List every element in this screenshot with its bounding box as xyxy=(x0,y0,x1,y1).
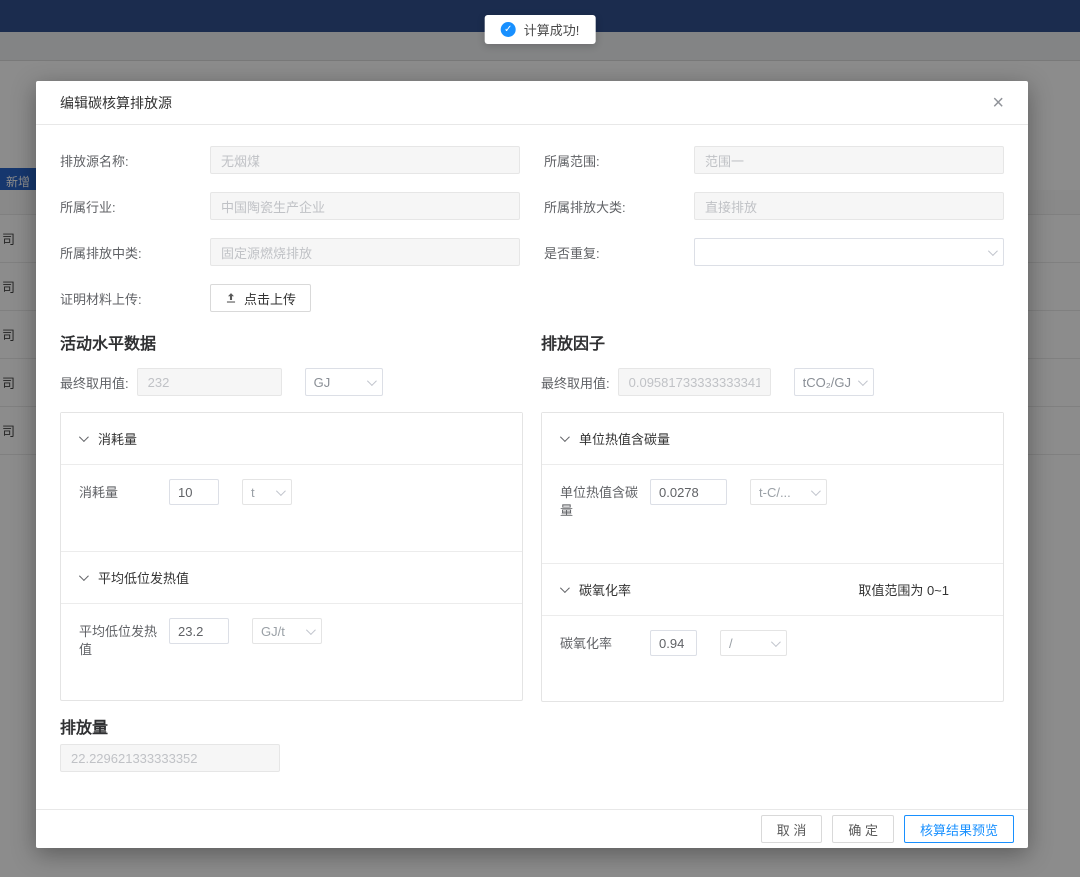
upload-button[interactable]: 点击上传 xyxy=(210,284,311,312)
oxidation-rate-unit: / xyxy=(729,636,771,651)
activity-final-input xyxy=(137,368,282,396)
chevron-down-icon xyxy=(276,486,286,496)
success-toast: ✓ 计算成功! xyxy=(485,15,596,44)
dialog-body: 排放源名称: 所属范围: 所属行业: 所属排放大类: 所属排放中类: xyxy=(36,125,1028,809)
activity-unit-value: GJ xyxy=(314,375,367,390)
upload-icon xyxy=(225,292,237,304)
oxidation-rate-unit-select[interactable]: / xyxy=(720,630,787,656)
dialog-title: 编辑碳核算排放源 xyxy=(60,93,172,113)
factor-panel-group: 单位热值含碳量 单位热值含碳量 t-C/... 碳氧化率 取值范围为 0~1 xyxy=(541,412,1004,702)
emission-major-input xyxy=(694,192,1004,220)
scope-label: 所属范围: xyxy=(544,151,694,170)
heating-value-field-label: 平均低位发热值 xyxy=(79,618,159,659)
chevron-down-icon xyxy=(858,376,868,386)
emission-title: 排放量 xyxy=(60,714,1004,738)
heating-value-input[interactable] xyxy=(169,618,229,644)
factor-section: 排放因子 最终取用值: tCO₂/GJ 单位热值含碳量 单位热值含碳 xyxy=(541,330,1004,702)
consumption-unit-value: t xyxy=(251,485,276,500)
duplicate-select[interactable] xyxy=(694,238,1004,266)
factor-unit-value: tCO₂/GJ xyxy=(803,375,858,390)
factor-final-input xyxy=(618,368,771,396)
oxidation-rate-field-label: 碳氧化率 xyxy=(560,630,640,653)
factor-section-title: 排放因子 xyxy=(541,330,1004,354)
panel-header-carbon-content[interactable]: 单位热值含碳量 xyxy=(542,413,1003,465)
industry-label: 所属行业: xyxy=(60,197,210,216)
dialog-header: 编辑碳核算排放源 × xyxy=(36,81,1028,125)
duplicate-label: 是否重复: xyxy=(544,243,694,262)
scope-input xyxy=(694,146,1004,174)
source-name-input xyxy=(210,146,520,174)
dialog-footer: 取 消 确 定 核算结果预览 xyxy=(36,809,1028,848)
emission-value-input xyxy=(60,744,280,772)
upload-button-label: 点击上传 xyxy=(244,289,296,308)
panel-body-carbon-content: 单位热值含碳量 t-C/... xyxy=(542,465,1003,564)
oxidation-range-hint: 取值范围为 0~1 xyxy=(858,580,985,599)
confirm-button[interactable]: 确 定 xyxy=(832,815,894,843)
factor-final-label: 最终取用值: xyxy=(541,373,610,392)
activity-section: 活动水平数据 最终取用值: GJ 消耗量 消耗量 xyxy=(60,330,523,702)
emission-major-label: 所属排放大类: xyxy=(544,197,694,216)
panel-header-consumption[interactable]: 消耗量 xyxy=(61,413,522,465)
emission-mid-label: 所属排放中类: xyxy=(60,243,210,262)
carbon-content-field-label: 单位热值含碳量 xyxy=(560,479,640,520)
activity-panel-group: 消耗量 消耗量 t 平均低位发热值 xyxy=(60,412,523,701)
chevron-down-icon xyxy=(79,432,89,442)
chevron-down-icon xyxy=(771,637,781,647)
consumption-unit-select[interactable]: t xyxy=(242,479,292,505)
result-preview-button[interactable]: 核算结果预览 xyxy=(904,815,1014,843)
toast-message: 计算成功! xyxy=(524,20,580,39)
oxidation-rate-input[interactable] xyxy=(650,630,697,656)
chevron-down-icon xyxy=(988,246,998,256)
panel-header-heating-value[interactable]: 平均低位发热值 xyxy=(61,552,522,604)
heating-value-unit-select[interactable]: GJ/t xyxy=(252,618,322,644)
source-name-label: 排放源名称: xyxy=(60,151,210,170)
panel-body-heating-value: 平均低位发热值 GJ/t xyxy=(61,604,522,700)
chevron-down-icon xyxy=(306,625,316,635)
chevron-down-icon xyxy=(79,571,89,581)
chevron-down-icon xyxy=(811,486,821,496)
panel-title: 单位热值含碳量 xyxy=(579,429,670,448)
carbon-content-unit: t-C/... xyxy=(759,485,811,500)
edit-emission-source-dialog: 编辑碳核算排放源 × 排放源名称: 所属范围: 所属行业: 所属排放大类: xyxy=(36,81,1028,848)
chevron-down-icon xyxy=(367,376,377,386)
carbon-content-input[interactable] xyxy=(650,479,727,505)
panel-title: 碳氧化率 xyxy=(579,580,631,599)
close-icon[interactable]: × xyxy=(992,93,1004,113)
panel-title: 消耗量 xyxy=(98,429,137,448)
activity-final-label: 最终取用值: xyxy=(60,373,129,392)
cancel-button[interactable]: 取 消 xyxy=(761,815,823,843)
panel-header-oxidation-rate[interactable]: 碳氧化率 取值范围为 0~1 xyxy=(542,564,1003,616)
panel-body-consumption: 消耗量 t xyxy=(61,465,522,552)
consumption-field-label: 消耗量 xyxy=(79,479,159,502)
check-circle-icon: ✓ xyxy=(501,22,516,37)
activity-unit-select[interactable]: GJ xyxy=(305,368,383,396)
industry-input xyxy=(210,192,520,220)
heating-value-unit: GJ/t xyxy=(261,624,306,639)
chevron-down-icon xyxy=(560,432,570,442)
activity-section-title: 活动水平数据 xyxy=(60,330,523,354)
panel-title: 平均低位发热值 xyxy=(98,568,189,587)
chevron-down-icon xyxy=(560,583,570,593)
emission-mid-input xyxy=(210,238,520,266)
consumption-input[interactable] xyxy=(169,479,219,505)
factor-unit-select[interactable]: tCO₂/GJ xyxy=(794,368,874,396)
upload-label: 证明材料上传: xyxy=(60,289,210,308)
carbon-content-unit-select[interactable]: t-C/... xyxy=(750,479,827,505)
panel-body-oxidation-rate: 碳氧化率 / xyxy=(542,616,1003,701)
